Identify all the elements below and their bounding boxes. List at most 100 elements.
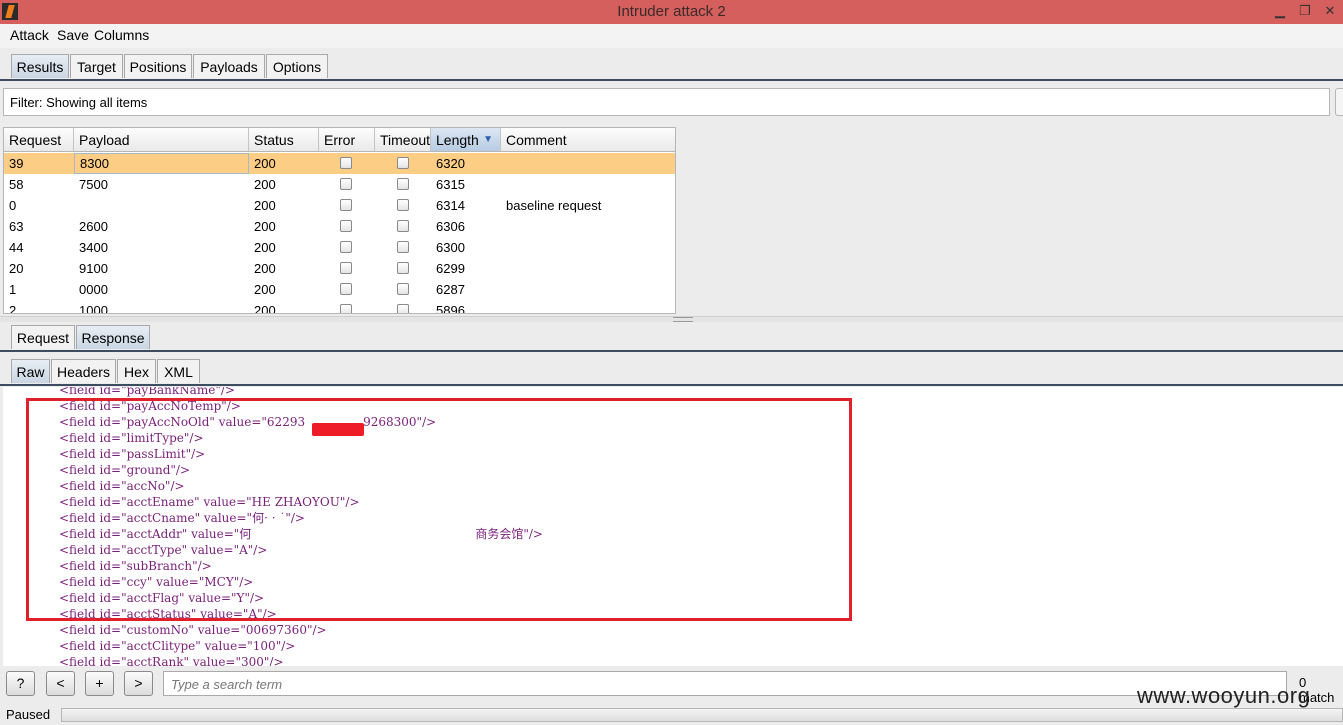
tab-hex[interactable]: Hex <box>117 359 156 383</box>
tab-response[interactable]: Response <box>76 325 150 349</box>
cell-length: 6314 <box>436 198 465 213</box>
timeout-checkbox <box>397 283 409 295</box>
cell-request: 44 <box>9 240 24 255</box>
cell-payload: 0000 <box>79 282 108 297</box>
cell-status: 200 <box>254 198 276 213</box>
tab-options[interactable]: Options <box>266 54 328 78</box>
cell-comment <box>501 237 675 258</box>
error-checkbox <box>340 283 352 295</box>
cell-payload: 3400 <box>79 240 108 255</box>
col-header-comment[interactable]: Comment <box>501 128 675 152</box>
reqresp-tab-underline <box>0 350 1343 352</box>
sort-descending-icon: ▼ <box>483 134 493 145</box>
col-header-status[interactable]: Status <box>249 128 319 152</box>
search-options-button[interactable]: + <box>85 671 114 696</box>
cell-request: 20 <box>9 261 24 276</box>
tab-payloads[interactable]: Payloads <box>193 54 265 78</box>
table-row[interactable]: 2 1000 200 5896 <box>4 300 675 314</box>
timeout-checkbox <box>397 241 409 253</box>
maximize-icon[interactable]: ❐ <box>1295 2 1315 20</box>
col-header-error[interactable]: Error <box>319 128 375 152</box>
timeout-checkbox <box>397 178 409 190</box>
table-side-area <box>677 127 1343 314</box>
cell-length: 6320 <box>436 156 465 171</box>
response-line: <field id="acctRank" value="300"/> <box>59 655 284 666</box>
table-row[interactable]: 39 8300 200 6320 <box>4 153 675 174</box>
progress-bar <box>61 708 1343 722</box>
cell-status: 200 <box>254 282 276 297</box>
error-checkbox <box>340 220 352 232</box>
cell-payload: 9100 <box>79 261 108 276</box>
previous-match-button[interactable]: < <box>46 671 75 696</box>
col-header-request[interactable]: Request <box>4 128 74 152</box>
timeout-checkbox <box>397 262 409 274</box>
next-match-button[interactable]: > <box>124 671 153 696</box>
error-checkbox <box>340 262 352 274</box>
cell-comment <box>501 153 675 174</box>
minimize-icon[interactable]: ▁ <box>1270 2 1290 20</box>
table-row[interactable]: 1 0000 200 6287 <box>4 279 675 300</box>
timeout-checkbox <box>397 220 409 232</box>
cell-length: 6306 <box>436 219 465 234</box>
tab-request[interactable]: Request <box>11 325 75 349</box>
cell-length: 6287 <box>436 282 465 297</box>
timeout-checkbox <box>397 157 409 169</box>
tab-headers[interactable]: Headers <box>51 359 116 383</box>
cell-request: 63 <box>9 219 24 234</box>
filter-bar[interactable]: Filter: Showing all items <box>3 88 1330 116</box>
cell-request: 39 <box>9 156 24 171</box>
error-checkbox <box>340 241 352 253</box>
tab-raw[interactable]: Raw <box>11 359 50 383</box>
close-icon[interactable]: ✕ <box>1320 2 1340 20</box>
cell-comment <box>501 258 675 279</box>
response-line: <field id="acctClitype" value="100"/> <box>59 639 296 653</box>
tab-target[interactable]: Target <box>70 54 123 78</box>
menu-attack[interactable]: Attack <box>10 27 49 43</box>
cell-payload: 8300 <box>74 153 249 174</box>
cell-comment <box>501 174 675 195</box>
cell-length: 6300 <box>436 240 465 255</box>
cell-status: 200 <box>254 219 276 234</box>
cell-length: 6315 <box>436 177 465 192</box>
col-header-length[interactable]: Length ▼ <box>431 128 501 152</box>
error-checkbox <box>340 178 352 190</box>
table-row[interactable]: 44 3400 200 6300 <box>4 237 675 258</box>
table-row[interactable]: 0 200 6314 baseline request <box>4 195 675 216</box>
menu-bar: Attack Save Columns <box>0 24 1343 48</box>
cell-comment <box>501 279 675 300</box>
tab-positions[interactable]: Positions <box>124 54 192 78</box>
table-row[interactable]: 58 7500 200 6315 <box>4 174 675 195</box>
tab-xml[interactable]: XML <box>157 359 200 383</box>
help-button[interactable]: ? <box>6 671 35 696</box>
cell-request: 1 <box>9 282 17 297</box>
reqresp-tab-strip: Request Response <box>0 321 1343 354</box>
title-bar: Intruder attack 2 ▁ ❐ ✕ <box>0 0 1343 24</box>
cell-length: 6299 <box>436 261 465 276</box>
main-tab-strip: Results Target Positions Payloads Option… <box>0 48 1343 86</box>
cell-comment <box>501 216 675 237</box>
view-tab-underline <box>0 384 1343 386</box>
menu-columns[interactable]: Columns <box>94 27 149 43</box>
search-input[interactable] <box>169 673 1283 696</box>
cell-status: 200 <box>254 303 276 314</box>
response-line: <field id="customNo" value="00697360"/> <box>59 623 327 637</box>
watermark: www.wooyun.org <box>1137 683 1311 708</box>
table-row[interactable]: 20 9100 200 6299 <box>4 258 675 279</box>
tab-results[interactable]: Results <box>11 54 69 78</box>
search-field[interactable] <box>163 671 1287 696</box>
cell-length: 5896 <box>436 303 465 314</box>
col-header-timeout[interactable]: Timeout <box>375 128 431 152</box>
cell-status: 200 <box>254 177 276 192</box>
filter-settings-button[interactable] <box>1335 88 1343 116</box>
cell-status: 200 <box>254 261 276 276</box>
cell-request: 58 <box>9 177 24 192</box>
timeout-checkbox <box>397 199 409 211</box>
cell-payload <box>74 195 249 216</box>
tab-underline <box>0 79 1343 81</box>
cell-status: 200 <box>254 240 276 255</box>
table-row[interactable]: 63 2600 200 6306 <box>4 216 675 237</box>
menu-save[interactable]: Save <box>57 27 89 43</box>
highlight-annotation-box <box>26 398 852 621</box>
cell-payload: 1000 <box>79 303 108 314</box>
col-header-payload[interactable]: Payload <box>74 128 249 152</box>
